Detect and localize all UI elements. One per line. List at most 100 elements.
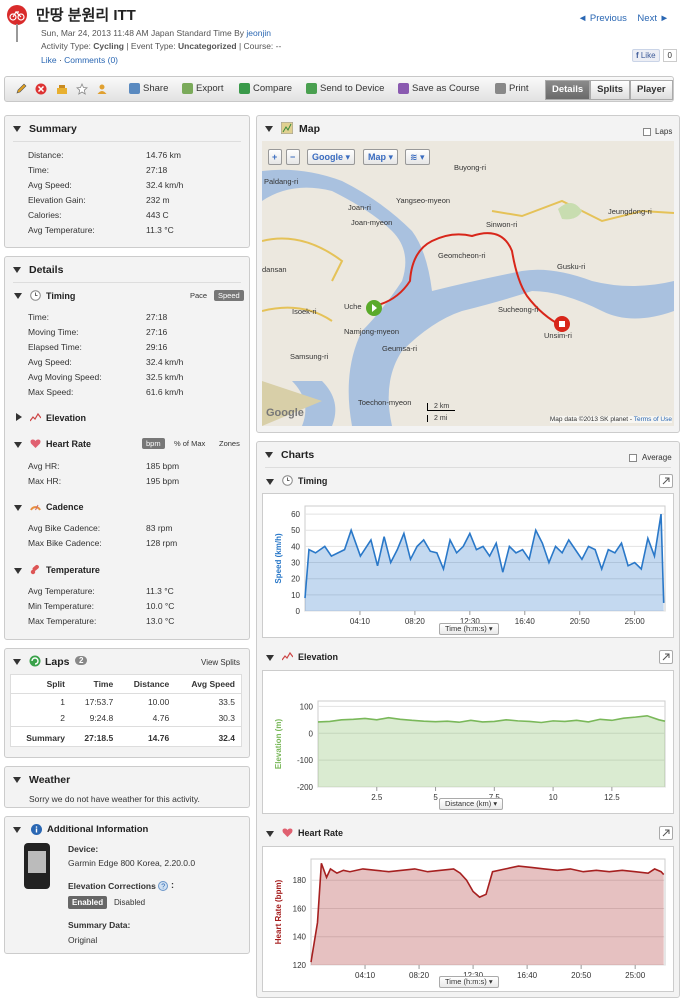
stat-label: Max Temperature: [28, 616, 97, 626]
facebook-like-button[interactable]: f Like [631, 49, 660, 62]
collapse-icon[interactable] [13, 267, 21, 273]
collapse-icon[interactable] [13, 827, 21, 833]
previous-link[interactable]: ◄ Previous [578, 13, 627, 24]
collapse-icon[interactable] [13, 126, 21, 132]
speed-toggle[interactable]: Speed [214, 290, 244, 301]
terms-link[interactable]: Terms of Use [634, 416, 672, 423]
badge-icon[interactable] [56, 83, 68, 95]
print-button[interactable]: Print [495, 83, 529, 94]
share-button[interactable]: Share [129, 83, 168, 94]
people-icon[interactable] [96, 83, 108, 95]
map-place-label: Unsim-ri [544, 331, 572, 340]
send-to-device-button[interactable]: Send to Device [306, 83, 384, 94]
enabled-toggle[interactable]: Enabled [68, 896, 108, 909]
export-button[interactable]: Export [182, 83, 223, 94]
laps-checkbox[interactable] [643, 128, 651, 136]
average-checkbox-label: Average [642, 453, 672, 462]
expand-icon [662, 829, 670, 837]
table-row[interactable]: 1 17:53.7 10.00 33.5 [11, 694, 242, 711]
x-tick-label: 25:00 [625, 617, 646, 626]
compare-button[interactable]: Compare [239, 83, 292, 94]
edit-icon[interactable] [15, 83, 27, 95]
map-type-button[interactable]: Map ▾ [363, 149, 399, 165]
heart-rate-chart-collapse-icon[interactable] [266, 831, 274, 837]
share-icon [129, 83, 140, 94]
x-tick-label: 2.5 [371, 793, 383, 802]
divider [265, 467, 671, 468]
like-link[interactable]: Like [41, 55, 57, 65]
y-tick-label: 160 [293, 904, 307, 913]
collapse-icon[interactable] [13, 659, 21, 665]
next-link[interactable]: Next ► [637, 13, 669, 24]
disabled-toggle[interactable]: Disabled [114, 898, 145, 907]
table-row[interactable]: 2 9:24.8 4.76 30.3 [11, 710, 242, 727]
x-tick-label: 10 [549, 793, 558, 802]
cadence-collapse-icon[interactable] [14, 505, 22, 511]
expand-timing-chart-button[interactable] [659, 474, 673, 488]
x-tick-label: 25:00 [625, 971, 646, 980]
additional-info-title: Additional Information [47, 824, 149, 835]
zones-toggle[interactable]: Zones [215, 438, 244, 449]
stat-value: 29:16 [146, 342, 168, 352]
y-tick-label: 0 [296, 607, 301, 616]
save-as-course-button[interactable]: Save as Course [398, 83, 480, 94]
laps-count-badge: 2 [75, 656, 88, 665]
map-place-label: Buyong-ri [454, 163, 487, 172]
timing-x-axis-select[interactable]: Time (h:m:s) ▾ [439, 623, 499, 635]
comments-link[interactable]: Comments (0) [64, 55, 118, 65]
delete-icon[interactable] [35, 83, 47, 95]
tab-splits[interactable]: Splits [590, 80, 631, 100]
lap-distance: 4.76 [152, 713, 170, 723]
expand-icon [662, 653, 670, 661]
heart-rate-x-axis-select[interactable]: Time (h:m:s) ▾ [439, 976, 499, 988]
collapse-icon[interactable] [265, 126, 273, 132]
social-links: Like · Comments (0) [41, 55, 118, 65]
google-logo: Google [266, 407, 304, 419]
google-map-source-button[interactable]: Google ▾ [307, 149, 356, 165]
average-checkbox[interactable] [629, 454, 637, 462]
tab-player[interactable]: Player [630, 80, 673, 100]
timing-chart-title: Timing [298, 476, 328, 486]
timing-collapse-icon[interactable] [14, 293, 22, 299]
laps-summary-row: Summary 27:18.5 14.76 32.4 [10, 726, 242, 747]
summary-avg-speed: 32.4 [175, 726, 242, 747]
view-splits-link[interactable]: View Splits [201, 658, 240, 667]
zoom-in-button[interactable]: + [268, 149, 282, 165]
timing-title: Timing [46, 291, 76, 301]
svg-text:?: ? [161, 884, 165, 891]
map-place-label: Sinwon-ri [486, 220, 518, 229]
expand-elevation-chart-button[interactable] [659, 650, 673, 664]
pace-toggle[interactable]: Pace [186, 290, 211, 301]
stat-label: Avg Speed: [28, 180, 72, 190]
laps-col-distance: Distance [119, 674, 176, 694]
bpm-toggle[interactable]: bpm [142, 438, 165, 449]
author-link[interactable]: jeonjin [246, 28, 271, 38]
print-label: Print [509, 83, 529, 94]
temperature-collapse-icon[interactable] [14, 568, 22, 574]
elevation-expand-icon[interactable] [16, 413, 22, 421]
timing-chart-collapse-icon[interactable] [266, 479, 274, 485]
weather-message: Sorry we do not have weather for this ac… [29, 794, 200, 804]
route-map[interactable]: + − Google ▾ Map ▾ ≋ ▾ Paldang-ri Buyong-… [262, 141, 674, 426]
layers-button[interactable]: ≋ ▾ [405, 149, 430, 165]
percent-max-toggle[interactable]: % of Max [170, 438, 209, 449]
activity-title: 만땅 분원리 ITT [36, 7, 136, 24]
heart-icon [30, 439, 41, 448]
activity-header: 만땅 분원리 ITT Sun, Mar 24, 2013 11:48 AM Ja… [0, 0, 683, 72]
cadence-title: Cadence [46, 502, 84, 512]
tab-details[interactable]: Details [545, 80, 591, 100]
collapse-icon[interactable] [13, 777, 21, 783]
stat-value: 61.6 km/h [146, 387, 184, 397]
compare-icon [239, 83, 250, 94]
stat-value: 27:18 [146, 165, 168, 175]
expand-heart-rate-chart-button[interactable] [659, 826, 673, 840]
elevation-corrections-label: Elevation Corrections [68, 881, 156, 891]
help-icon[interactable]: ? [158, 881, 168, 891]
collapse-icon[interactable] [265, 452, 273, 458]
favorite-star-icon[interactable] [76, 83, 88, 95]
zoom-out-button[interactable]: − [286, 149, 300, 165]
elevation-x-axis-select[interactable]: Distance (km) ▾ [439, 798, 504, 810]
elevation-chart-collapse-icon[interactable] [266, 655, 274, 661]
heart-rate-collapse-icon[interactable] [14, 442, 22, 448]
lap-split: 2 [60, 713, 65, 723]
